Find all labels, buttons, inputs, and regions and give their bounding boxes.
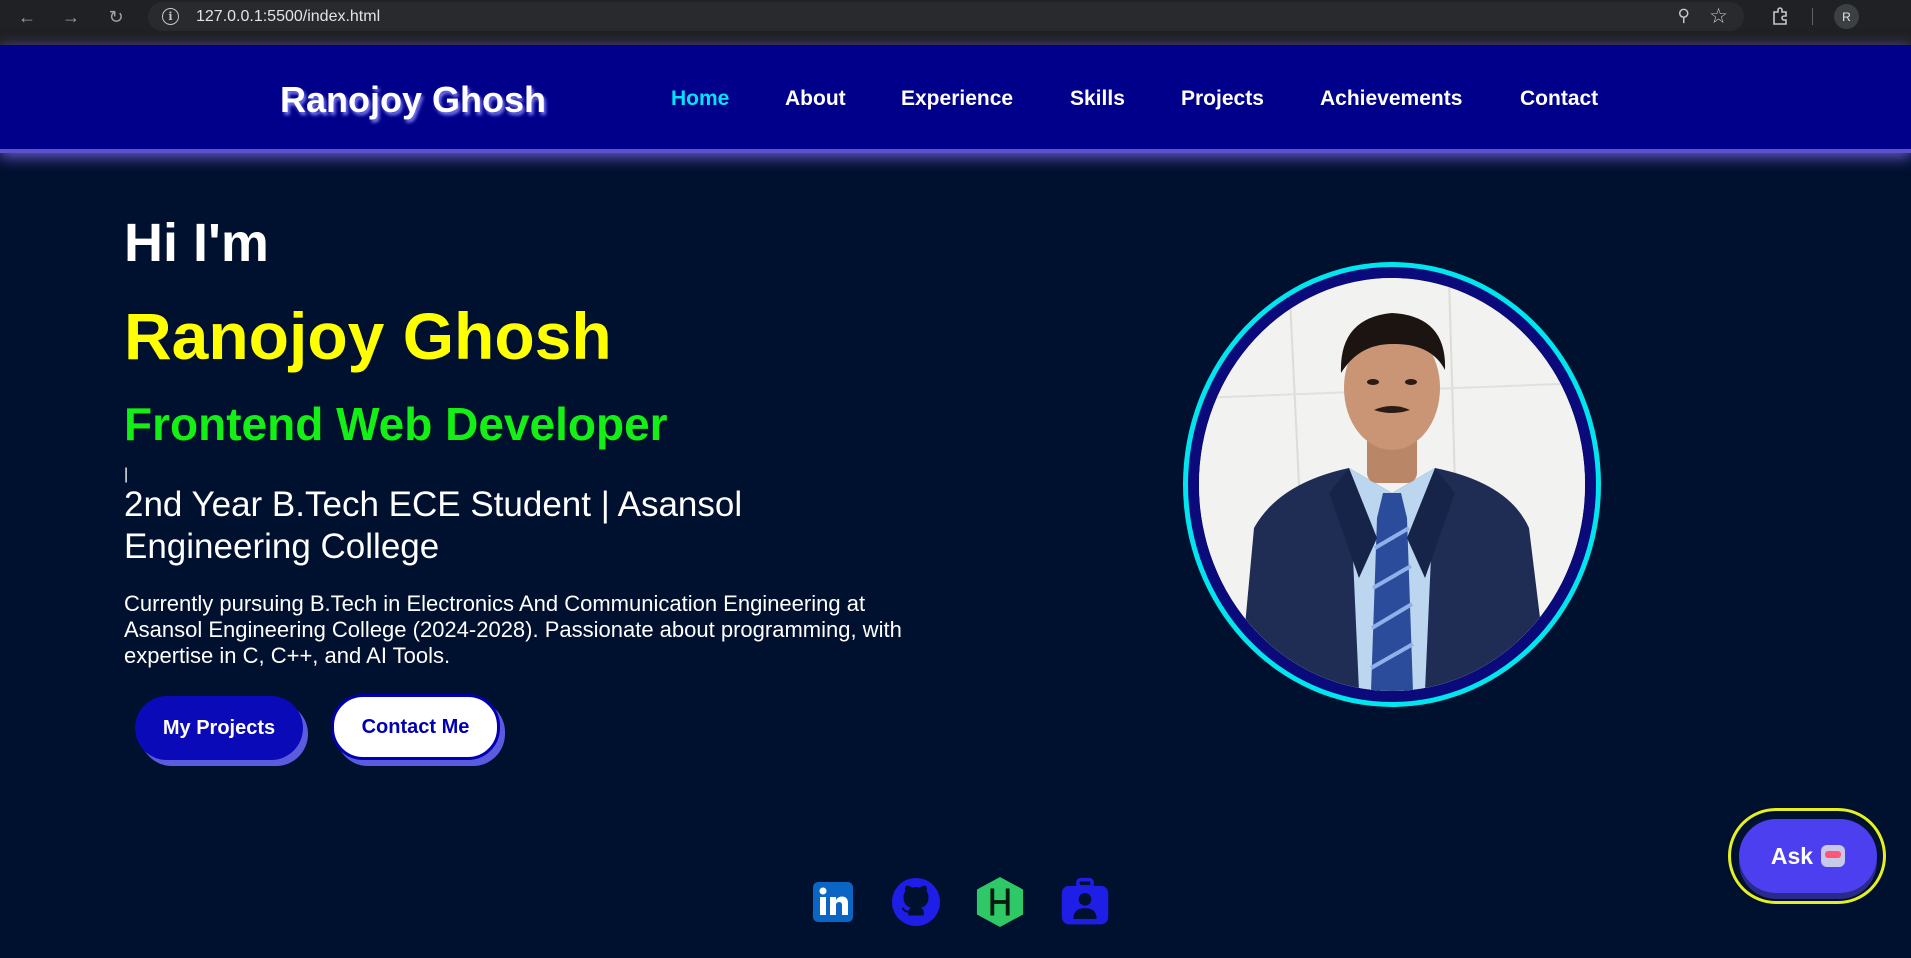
url-text[interactable]: 127.0.0.1:5500/index.html [196, 8, 380, 26]
browser-toolbar: ← → ↻ i 127.0.0.1:5500/index.html ⚲ ☆ R [0, 0, 1911, 33]
browser-chrome-edge [0, 33, 1911, 45]
nav-projects[interactable]: Projects [1181, 87, 1264, 111]
hero-role: Frontend Web Developer [124, 398, 668, 450]
puzzle-icon[interactable] [1769, 5, 1791, 27]
hero-greeting: Hi I'm [124, 213, 269, 273]
site-header: Ranojoy Ghosh Home About Experience Skil… [0, 45, 1911, 153]
github-icon[interactable] [891, 874, 941, 930]
star-icon[interactable]: ☆ [1709, 4, 1728, 29]
nav-about[interactable]: About [785, 87, 846, 111]
typing-cursor: | [124, 466, 129, 483]
hackerrank-icon[interactable] [975, 874, 1025, 930]
my-projects-button[interactable]: My Projects [135, 696, 303, 760]
ask-chat-button[interactable]: Ask [1739, 819, 1877, 893]
address-bar[interactable]: i 127.0.0.1:5500/index.html ⚲ ☆ [148, 2, 1744, 31]
robot-icon [1821, 845, 1846, 867]
ask-label: Ask [1770, 842, 1814, 869]
nav-home[interactable]: Home [671, 87, 729, 111]
arrow-left-icon[interactable]: ← [14, 4, 40, 30]
site-logo[interactable]: Ranojoy Ghosh [280, 79, 546, 121]
hero-subtitle: 2nd Year B.Tech ECE Student | Asansol En… [124, 485, 743, 566]
profile-photo [1199, 278, 1585, 691]
nav-contact[interactable]: Contact [1520, 87, 1598, 111]
contact-me-button[interactable]: Contact Me [331, 694, 500, 760]
linkedin-icon[interactable] [808, 874, 858, 930]
toolbar-divider [1812, 8, 1813, 25]
hero-name: Ranojoy Ghosh [124, 299, 612, 373]
info-icon[interactable]: i [162, 8, 179, 25]
portfolio-icon[interactable] [1060, 874, 1110, 930]
nav-achievements[interactable]: Achievements [1320, 87, 1462, 111]
profile-avatar[interactable]: R [1834, 4, 1859, 29]
nav-experience[interactable]: Experience [901, 87, 1013, 111]
arrow-right-icon[interactable]: → [58, 4, 84, 30]
reload-icon[interactable]: ↻ [103, 4, 129, 30]
zoom-icon[interactable]: ⚲ [1678, 6, 1690, 26]
hero-description: Currently pursuing B.Tech in Electronics… [124, 591, 902, 668]
nav-skills[interactable]: Skills [1070, 87, 1125, 111]
